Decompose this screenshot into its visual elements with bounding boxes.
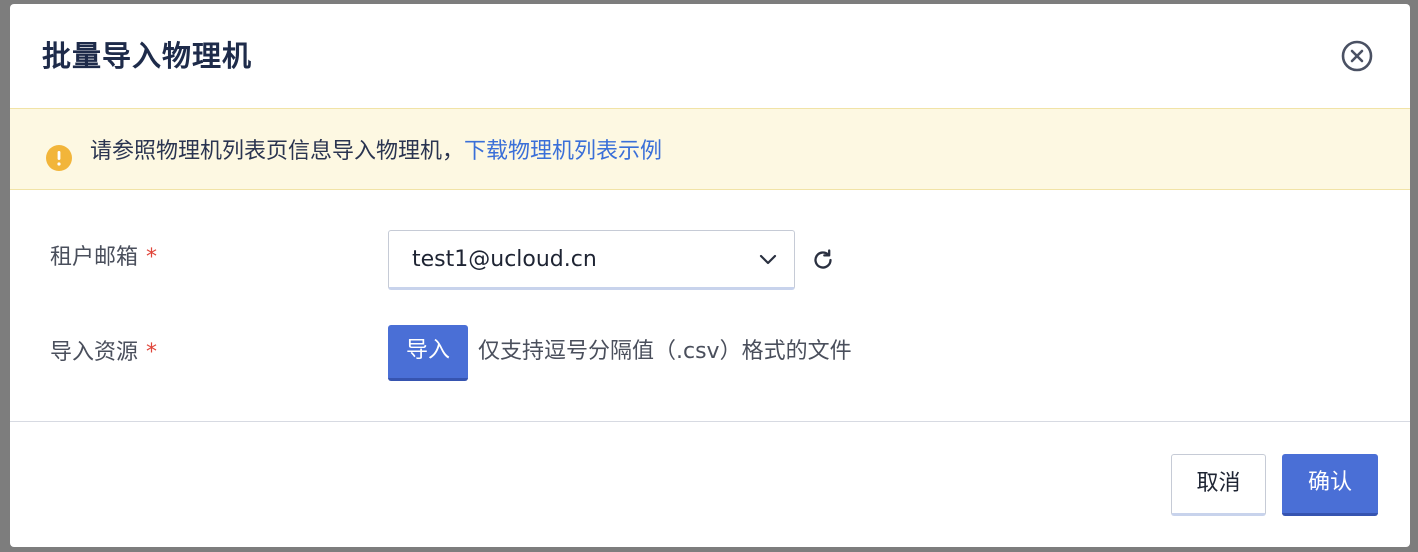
info-alert: 请参照物理机列表页信息导入物理机，下载物理机列表示例 — [10, 108, 1410, 190]
tenant-email-select[interactable]: test1@ucloud.cn — [388, 230, 795, 290]
close-icon[interactable] — [1341, 40, 1373, 72]
cancel-button[interactable]: 取消 — [1171, 454, 1266, 516]
footer-divider — [10, 421, 1410, 422]
dialog-header: 批量导入物理机 — [10, 4, 1410, 108]
required-mark: * — [146, 340, 158, 365]
alert-text: 请参照物理机列表页信息导入物理机， — [90, 139, 465, 164]
batch-import-dialog: 批量导入物理机 请参照物理机列表页信息导入物理机，下载物理机列表示例 租户邮箱 *… — [10, 4, 1410, 547]
chevron-down-icon — [758, 251, 778, 269]
refresh-icon[interactable] — [810, 247, 836, 273]
required-mark: * — [146, 245, 158, 270]
resource-label-text: 导入资源 — [50, 340, 139, 365]
import-button[interactable]: 导入 — [388, 325, 468, 381]
resource-field-label: 导入资源 * — [50, 338, 157, 368]
download-example-link[interactable]: 下载物理机列表示例 — [464, 139, 662, 164]
import-hint: 仅支持逗号分隔值（.csv）格式的文件 — [478, 339, 852, 364]
select-value: test1@ucloud.cn — [412, 247, 597, 272]
alert-message: 请参照物理机列表页信息导入物理机，下载物理机列表示例 — [90, 137, 662, 167]
dialog-title: 批量导入物理机 — [42, 39, 253, 73]
confirm-button[interactable]: 确认 — [1282, 454, 1378, 516]
email-label-text: 租户邮箱 — [50, 245, 139, 270]
email-field-label: 租户邮箱 * — [50, 243, 157, 273]
warning-icon — [46, 145, 72, 171]
